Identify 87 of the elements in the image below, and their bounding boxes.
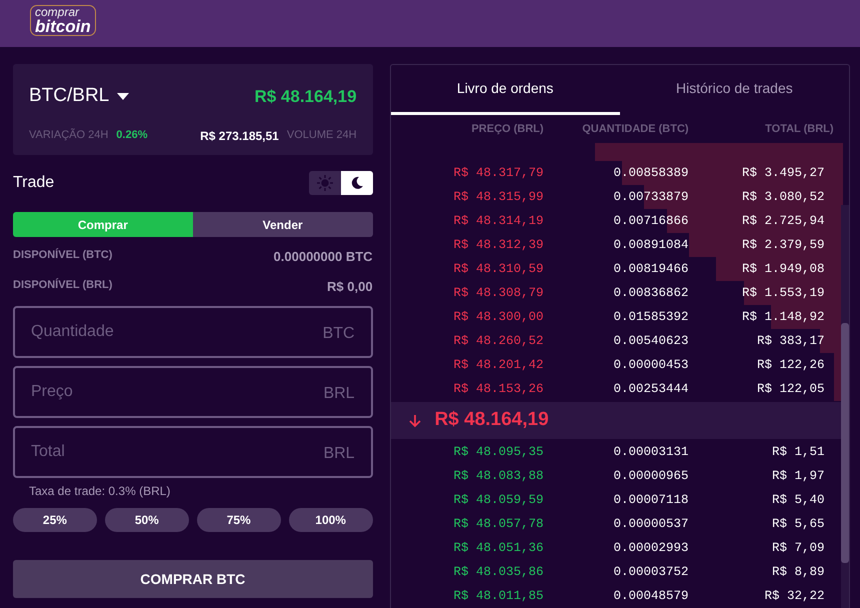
orderbook-tab[interactable]: Livro de ordens [390,65,620,115]
order-total: R$ 1.553,19 [741,284,826,302]
order-quantity: 0.00003131 [612,444,689,461]
order-total: R$ 1,51 [771,444,826,461]
order-price: R$ 48.201,42 [452,356,544,374]
order-total: R$ 5,40 [771,492,826,509]
unit-label: BRL [323,444,355,464]
percent-button[interactable]: 25% [13,508,97,532]
order-price: R$ 48.300,00 [452,308,544,326]
order-quantity: 0.00858389 [612,164,689,182]
order-price: R$ 48.317,79 [452,164,544,182]
order-price: R$ 48.035,86 [452,564,544,581]
fee-text: Taxa de trade: 0.3% (BRL) [28,483,172,500]
order-total: R$ 7,09 [771,540,826,557]
order-quantity: 0.00253444 [612,380,689,398]
percent-button[interactable]: 75% [196,508,281,532]
balance-value: 0.00000000 BTC [274,248,373,266]
change-value: 0.26% [116,128,148,144]
order-price: R$ 48.051,36 [452,540,544,557]
sun-icon [316,175,333,191]
trade-title: Trade [13,173,54,193]
percent-button[interactable]: 100% [288,508,373,532]
balance-label: DISPONÍVEL (BTC) [13,247,112,263]
order-total: R$ 2.379,59 [741,236,826,254]
submit-button[interactable]: COMPRAR BTC [13,560,373,598]
order-quantity: 0.00003752 [612,564,689,581]
order-quantity: 0.00002993 [612,540,689,557]
order-total: R$ 1.949,08 [741,260,826,278]
order-price: R$ 48.312,39 [452,236,544,254]
moon-icon [350,176,364,190]
order-quantity: 0.00819466 [612,260,689,278]
trade-tab[interactable]: Vender [192,212,373,237]
column-header: QUANTIDADE (BTC) [581,122,689,137]
order-quantity: 0.01585392 [612,308,689,326]
order-price: R$ 48.057,78 [452,516,544,533]
order-total: R$ 383,17 [756,332,826,350]
volume-label: VOLUME 24H [286,128,357,142]
order-total: R$ 1,97 [771,468,826,485]
order-quantity: 0.00891084 [612,236,689,254]
order-price: R$ 48.308,79 [452,284,544,302]
logo-text: comprar [35,6,80,18]
order-quantity: 0.00716866 [612,212,689,230]
unit-label: BRL [323,384,355,404]
order-price: R$ 48.095,35 [452,444,544,461]
order-total: R$ 3.495,27 [741,164,826,182]
logo[interactable]: comprar bitcoin [30,5,96,36]
order-price: R$ 48.059,59 [452,492,544,509]
order-total: R$ 122,05 [756,380,826,398]
order-quantity: 0.00540623 [612,332,689,350]
order-quantity: 0.00048579 [612,588,689,605]
order-total: R$ 5,65 [771,516,826,533]
column-header: TOTAL (BRL) [764,122,834,137]
balance-label: DISPONÍVEL (BRL) [13,277,112,292]
order-price: R$ 48.314,19 [452,212,544,230]
order-total: R$ 8,89 [771,564,826,581]
theme-toggle-button[interactable] [340,171,373,195]
order-price: R$ 48.153,26 [452,380,544,398]
order-total: R$ 1.148,92 [741,308,826,326]
pair-selector[interactable]: BTC/BRL [29,82,130,110]
order-price: R$ 48.260,52 [452,332,544,350]
volume-value: R$ 273.185,51 [200,128,279,144]
column-header: PREÇO (BRL) [470,122,544,137]
order-quantity: 0.00836862 [612,284,689,302]
order-quantity: 0.00007118 [612,492,689,509]
order-total: R$ 122,26 [756,356,826,374]
percent-button[interactable]: 50% [104,508,189,532]
logo-text: bitcoin [35,18,91,35]
orderbook-tab[interactable]: Histórico de trades [620,65,849,115]
unit-label: BTC [322,324,355,344]
change-label: VARIAÇÃO 24H [29,127,108,144]
order-quantity: 0.00000965 [612,468,689,485]
order-price: R$ 48.011,85 [452,588,544,605]
market-price: R$ 48.164,19 [254,86,357,108]
order-price: R$ 48.315,99 [452,188,544,206]
order-total: R$ 2.725,94 [741,212,826,230]
caret-icon [117,92,130,100]
order-total: R$ 32,22 [764,588,826,605]
scrollbar[interactable] [841,205,849,608]
last-price: R$ 48.164,19 [434,408,549,432]
down-arrow-icon [408,414,421,428]
order-quantity: 0.00000453 [612,356,689,374]
balance-value: R$ 0,00 [327,278,373,296]
order-price: R$ 48.310,59 [452,260,544,278]
order-quantity: 0.00733879 [612,188,689,206]
order-total: R$ 3.080,52 [741,188,826,206]
order-price: R$ 48.083,88 [452,468,544,485]
order-quantity: 0.00000537 [612,516,689,533]
